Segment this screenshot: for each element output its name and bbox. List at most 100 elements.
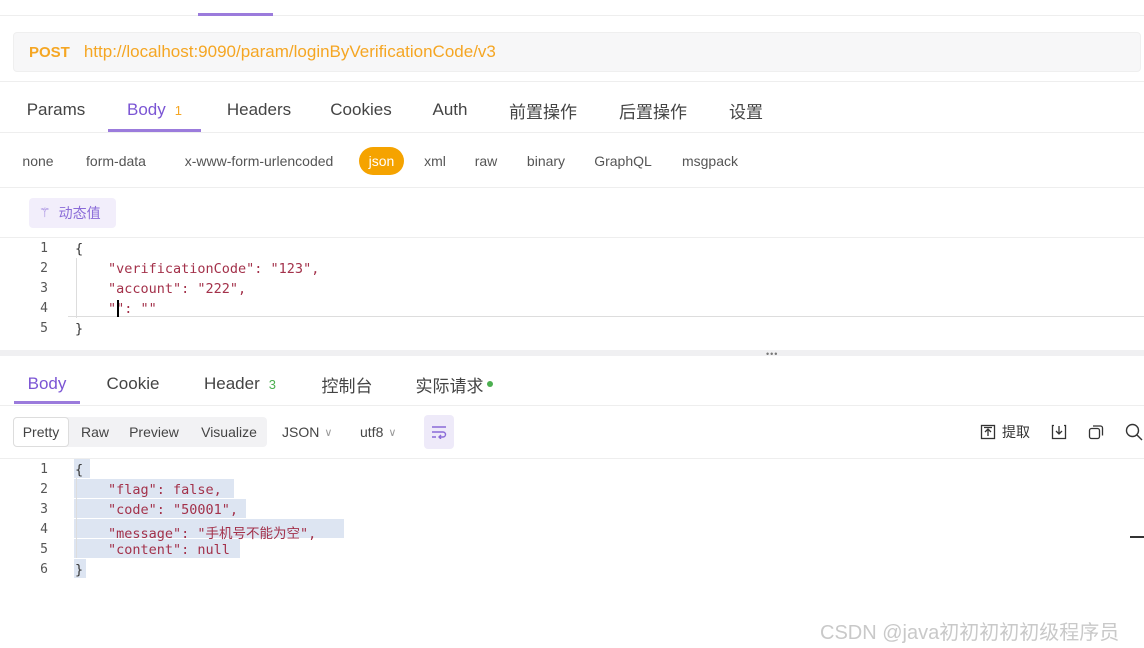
extract-button[interactable]: 提取 (980, 417, 1030, 447)
tab-label: Body (27, 374, 67, 393)
text-cursor (117, 300, 119, 317)
body-type-selector: none form-data x-www-form-urlencoded jso… (0, 147, 1144, 175)
search-button[interactable] (1125, 417, 1143, 447)
line-number: 4 (40, 522, 48, 537)
code-line: "account": "222", (108, 281, 247, 297)
line-number: 4 (40, 301, 48, 316)
tab-label: Cookie (106, 374, 160, 393)
view-pretty-button[interactable]: Pretty (13, 417, 69, 447)
response-tab-cookie[interactable]: Cookie (98, 364, 168, 404)
request-url[interactable]: http://localhost:9090/param/loginByVerif… (84, 42, 496, 62)
chevron-down-icon: ∨ (388, 426, 397, 439)
tab-params[interactable]: Params (18, 88, 94, 132)
tab-label: Auth (432, 100, 468, 119)
divider (0, 458, 1144, 459)
divider (0, 132, 1144, 133)
active-line-marker (68, 316, 1144, 317)
tab-label: Body (127, 100, 166, 119)
tab-label: 后置操作 (619, 102, 687, 122)
line-number: 3 (40, 281, 48, 296)
divider (0, 81, 1144, 82)
divider (0, 405, 1144, 406)
code-line: } (75, 321, 84, 337)
top-tab-strip (0, 0, 1144, 16)
response-tab-actual-request[interactable]: 实际请求 (406, 364, 502, 404)
tab-label: Cookies (330, 100, 392, 119)
line-number: 1 (40, 241, 48, 256)
extract-label: 提取 (1002, 424, 1030, 440)
response-tab-header[interactable]: Header 3 (192, 364, 288, 404)
tab-label: 控制台 (321, 376, 373, 396)
response-tabs: Body Cookie Header 3 控制台 实际请求 (0, 364, 1144, 404)
format-select[interactable]: JSON ∨ (282, 417, 332, 447)
watermark: CSDN @java初初初初初级程序员 (820, 622, 1120, 644)
tab-badge: 3 (268, 376, 276, 392)
code-line: "code": "50001", (108, 502, 239, 518)
body-type-raw[interactable]: raw (466, 147, 506, 175)
tab-post-operations[interactable]: 后置操作 (610, 88, 696, 132)
tab-label: Headers (226, 100, 292, 119)
tab-headers[interactable]: Headers (218, 88, 300, 132)
code-line: "flag": false, (108, 482, 222, 498)
tab-cookies[interactable]: Cookies (322, 88, 400, 132)
encoding-select[interactable]: utf8 ∨ (360, 417, 396, 447)
indent-guide (76, 258, 77, 318)
tab-label: 前置操作 (509, 102, 577, 122)
tab-label: 实际请求 (415, 376, 484, 396)
tab-pre-operations[interactable]: 前置操作 (500, 88, 586, 132)
divider (0, 187, 1144, 188)
body-type-form-data[interactable]: form-data (76, 147, 156, 175)
chevron-down-icon: ∨ (324, 426, 333, 439)
dynamic-value-label: 动态值 (58, 205, 101, 221)
body-type-urlencoded[interactable]: x-www-form-urlencoded (170, 147, 348, 175)
code-line: "content": null (108, 542, 230, 558)
search-icon (1125, 423, 1143, 441)
scroll-marker (1130, 536, 1144, 538)
word-wrap-button[interactable] (424, 415, 454, 449)
line-number: 1 (40, 462, 48, 477)
code-line: } (75, 562, 84, 578)
tab-auth[interactable]: Auth (422, 88, 478, 132)
tab-label: Header (204, 374, 260, 393)
body-type-graphql[interactable]: GraphQL (586, 147, 660, 175)
view-mode-group: Pretty Raw Preview Visualize (13, 417, 267, 447)
line-number: 5 (40, 321, 48, 336)
copy-button[interactable] (1088, 417, 1104, 447)
view-raw-button[interactable]: Raw (73, 417, 117, 447)
status-dot-icon (486, 381, 493, 387)
extract-icon (980, 424, 996, 440)
tab-label: Params (26, 100, 86, 119)
view-visualize-button[interactable]: Visualize (193, 417, 265, 447)
dynamic-value-button[interactable]: ⚚ 动态值 (29, 198, 116, 228)
word-wrap-icon (432, 426, 447, 439)
code-line: "verificationCode": "123", (108, 261, 320, 277)
download-button[interactable] (1051, 417, 1067, 447)
code-line: { (75, 241, 84, 257)
tab-underline (14, 401, 80, 404)
tab-settings[interactable]: 设置 (720, 88, 772, 132)
indent-guide (76, 478, 77, 558)
tab-body[interactable]: Body 1 (108, 88, 201, 132)
body-type-json[interactable]: json (359, 147, 404, 175)
response-tab-console[interactable]: 控制台 (314, 364, 380, 404)
line-number: 2 (40, 482, 48, 497)
code-line: "message": "手机号不能为空", (108, 526, 317, 542)
body-type-none[interactable]: none (14, 147, 62, 175)
response-tab-body[interactable]: Body (14, 364, 80, 404)
body-type-msgpack[interactable]: msgpack (672, 147, 748, 175)
line-number: 3 (40, 502, 48, 517)
http-method[interactable]: POST (29, 44, 70, 61)
body-type-xml[interactable]: xml (416, 147, 454, 175)
line-number: 2 (40, 261, 48, 276)
code-line: { (75, 462, 84, 478)
encoding-select-value: utf8 (360, 424, 384, 440)
copy-icon (1088, 425, 1104, 440)
request-tabs: Params Body 1 Headers Cookies Auth 前置操作 后… (0, 88, 1144, 132)
drag-handle-icon[interactable]: ••• (766, 350, 778, 359)
request-url-bar[interactable]: POST http://localhost:9090/param/loginBy… (13, 32, 1141, 72)
line-number: 6 (40, 562, 48, 577)
pane-splitter[interactable]: ••• (0, 350, 1144, 359)
magic-wand-icon: ⚚ (39, 205, 51, 220)
view-preview-button[interactable]: Preview (121, 417, 187, 447)
body-type-binary[interactable]: binary (518, 147, 574, 175)
